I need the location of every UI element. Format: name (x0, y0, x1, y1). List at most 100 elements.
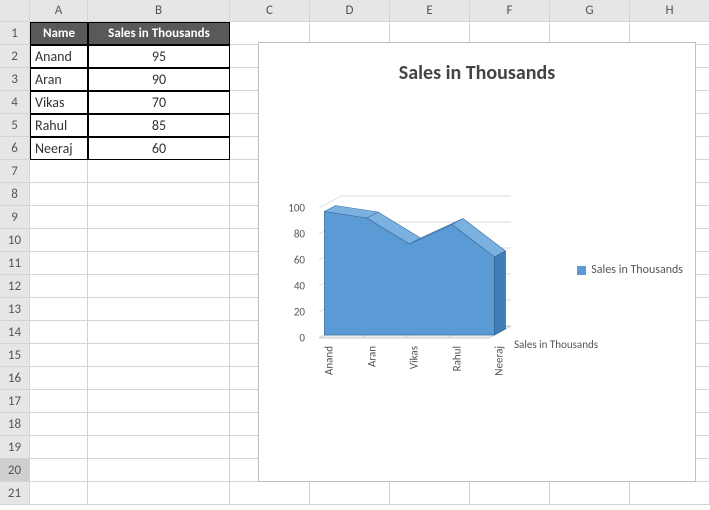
cell-B1[interactable]: Sales in Thousands (88, 22, 230, 45)
row-header-18[interactable]: 18 (0, 413, 30, 436)
cell-A5[interactable]: Rahul (30, 114, 88, 137)
cell-H21[interactable] (630, 482, 710, 505)
row-header-19[interactable]: 19 (0, 436, 30, 459)
row-header-8[interactable]: 8 (0, 183, 30, 206)
col-header-D[interactable]: D (310, 0, 390, 22)
cell-B21[interactable] (88, 482, 230, 505)
cell-A6[interactable]: Neeraj (30, 137, 88, 160)
cell-B18[interactable] (88, 413, 230, 436)
x-tick-label: Aran (365, 346, 378, 367)
row-header-3[interactable]: 3 (0, 68, 30, 91)
cell-B15[interactable] (88, 344, 230, 367)
cell-A1[interactable]: Name (30, 22, 88, 45)
y-tick-label: 20 (294, 306, 305, 319)
col-header-G[interactable]: G (550, 0, 630, 22)
cell-A3[interactable]: Aran (30, 68, 88, 91)
embedded-chart[interactable]: Sales in Thousands 0 20 40 60 80 100 Anand Ara… (258, 42, 696, 482)
cell-B19[interactable] (88, 436, 230, 459)
cell-A8[interactable] (30, 183, 88, 206)
cell-A12[interactable] (30, 275, 88, 298)
cell-B5[interactable]: 85 (88, 114, 230, 137)
row-header-11[interactable]: 11 (0, 252, 30, 275)
cell-A17[interactable] (30, 390, 88, 413)
row-header-20[interactable]: 20 (0, 459, 30, 482)
row-header-5[interactable]: 5 (0, 114, 30, 137)
col-header-F[interactable]: F (470, 0, 550, 22)
cell-F21[interactable] (470, 482, 550, 505)
row-header-14[interactable]: 14 (0, 321, 30, 344)
col-header-E[interactable]: E (390, 0, 470, 22)
cell-A19[interactable] (30, 436, 88, 459)
cell-B3[interactable]: 90 (88, 68, 230, 91)
y-tick-label: 0 (299, 332, 305, 345)
cell-B7[interactable] (88, 160, 230, 183)
row-header-13[interactable]: 13 (0, 298, 30, 321)
cell-A18[interactable] (30, 413, 88, 436)
row-header-16[interactable]: 16 (0, 367, 30, 390)
y-tick-label: 40 (294, 280, 305, 293)
select-all-corner[interactable] (0, 0, 30, 22)
cell-D21[interactable] (310, 482, 390, 505)
row-header-17[interactable]: 17 (0, 390, 30, 413)
chart-plot-area: 020406080100 AnandAranVikasRahulNeeraj (279, 208, 539, 338)
column-header-row: A B C D E F G H (0, 0, 710, 22)
x-tick-label: Anand (323, 346, 336, 375)
cell-B20[interactable] (88, 459, 230, 482)
cell-A20[interactable] (30, 459, 88, 482)
legend-swatch (577, 266, 586, 275)
cell-A9[interactable] (30, 206, 88, 229)
cell-B9[interactable] (88, 206, 230, 229)
y-tick-label: 80 (294, 228, 305, 241)
row-header-15[interactable]: 15 (0, 344, 30, 367)
cell-A4[interactable]: Vikas (30, 91, 88, 114)
cell-B16[interactable] (88, 367, 230, 390)
row-header-1[interactable]: 1 (0, 22, 30, 45)
cell-B17[interactable] (88, 390, 230, 413)
row-header-12[interactable]: 12 (0, 275, 30, 298)
y-tick-label: 60 (294, 254, 305, 267)
cell-A11[interactable] (30, 252, 88, 275)
cell-A21[interactable] (30, 482, 88, 505)
cell-A13[interactable] (30, 298, 88, 321)
col-header-C[interactable]: C (230, 0, 310, 22)
row-header-10[interactable]: 10 (0, 229, 30, 252)
row-header-6[interactable]: 6 (0, 137, 30, 160)
cell-B4[interactable]: 70 (88, 91, 230, 114)
x-tick-label: Vikas (408, 346, 421, 369)
cell-G21[interactable] (550, 482, 630, 505)
chart-legend: Sales in Thousands (577, 263, 683, 277)
cell-A2[interactable]: Anand (30, 45, 88, 68)
cell-C21[interactable] (230, 482, 310, 505)
cell-B13[interactable] (88, 298, 230, 321)
row-header-7[interactable]: 7 (0, 160, 30, 183)
cell-B2[interactable]: 95 (88, 45, 230, 68)
row-header-4[interactable]: 4 (0, 91, 30, 114)
y-axis-ticks: 020406080100 (279, 208, 307, 338)
cell-A10[interactable] (30, 229, 88, 252)
x-axis-ticks: Anand Aran Vikas Rahul Neeraj (319, 346, 519, 416)
depth-axis-label: Sales in Thousands (514, 338, 598, 351)
cell-A7[interactable] (30, 160, 88, 183)
row-header-21[interactable]: 21 (0, 482, 30, 505)
cell-B6[interactable]: 60 (88, 137, 230, 160)
area-chart-svg (309, 198, 539, 348)
cell-B12[interactable] (88, 275, 230, 298)
row-header-9[interactable]: 9 (0, 206, 30, 229)
chart-title: Sales in Thousands (259, 43, 695, 95)
legend-label: Sales in Thousands (591, 263, 683, 277)
col-header-B[interactable]: B (88, 0, 230, 22)
cell-B10[interactable] (88, 229, 230, 252)
cell-B14[interactable] (88, 321, 230, 344)
x-tick-label: Neeraj (493, 346, 506, 376)
cell-B8[interactable] (88, 183, 230, 206)
cell-A16[interactable] (30, 367, 88, 390)
cell-A15[interactable] (30, 344, 88, 367)
x-tick-label: Rahul (450, 346, 463, 371)
row-header-2[interactable]: 2 (0, 45, 30, 68)
cell-B11[interactable] (88, 252, 230, 275)
cell-E21[interactable] (390, 482, 470, 505)
y-tick-label: 100 (288, 202, 305, 215)
col-header-A[interactable]: A (30, 0, 88, 22)
col-header-H[interactable]: H (630, 0, 710, 22)
cell-A14[interactable] (30, 321, 88, 344)
